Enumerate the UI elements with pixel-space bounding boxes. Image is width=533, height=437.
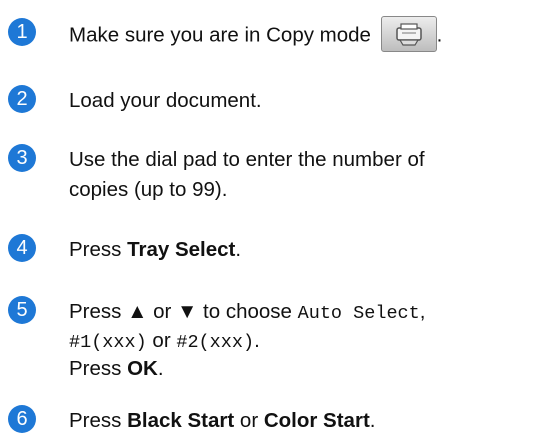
option-tray-2: #2(xxx) bbox=[176, 332, 255, 353]
step-4-period: . bbox=[235, 238, 242, 261]
black-start-key: Black Start bbox=[127, 409, 235, 432]
step-5-period: . bbox=[254, 329, 260, 352]
step-6-press: Press bbox=[69, 409, 128, 432]
step-4-press: Press bbox=[69, 238, 128, 261]
step-6-period: . bbox=[369, 409, 376, 432]
step-number-4: 4 bbox=[8, 234, 36, 262]
step-3-line-1: Use the dial pad to enter the number of bbox=[69, 148, 425, 171]
step-3-line-2: copies (up to 99). bbox=[69, 178, 228, 201]
step-5-or-2: or bbox=[146, 329, 177, 352]
up-arrow-icon: ▲ bbox=[127, 300, 148, 323]
step-5-or: or bbox=[147, 300, 178, 323]
step-5-line-1: Press ▲ or ▼ to choose Auto Select, bbox=[69, 297, 529, 329]
step-number-2: 2 bbox=[8, 85, 36, 113]
ok-key: OK bbox=[127, 357, 158, 380]
step-1-text: Make sure you are in Copy mode . bbox=[69, 16, 529, 54]
step-number-3: 3 bbox=[8, 144, 36, 172]
step-number-5: 5 bbox=[8, 296, 36, 324]
step-5-press: Press bbox=[69, 300, 128, 323]
tray-select-key: Tray Select bbox=[127, 238, 236, 261]
copy-mode-icon bbox=[380, 16, 437, 52]
down-arrow-icon: ▼ bbox=[177, 300, 198, 323]
step-5-comma: , bbox=[419, 300, 426, 323]
step-5-line-3: Press OK. bbox=[69, 354, 529, 384]
step-6-text: Press Black Start or Color Start. bbox=[69, 406, 529, 436]
step-5-to-choose: to choose bbox=[197, 300, 298, 323]
step-number-6: 6 bbox=[8, 405, 36, 433]
step-1-period: . bbox=[436, 23, 443, 47]
color-start-key: Color Start bbox=[263, 409, 370, 432]
step-1-instruction: Make sure you are in Copy mode bbox=[69, 23, 371, 47]
step-4-text: Press Tray Select. bbox=[69, 235, 529, 265]
option-auto-select: Auto Select bbox=[297, 303, 420, 324]
step-6-or: or bbox=[234, 409, 264, 432]
option-tray-1: #1(xxx) bbox=[69, 332, 147, 353]
step-5-period-2: . bbox=[157, 357, 164, 380]
step-5-press-2: Press bbox=[69, 357, 128, 380]
step-number-1: 1 bbox=[8, 18, 36, 46]
step-2-text: Load your document. bbox=[69, 89, 262, 112]
